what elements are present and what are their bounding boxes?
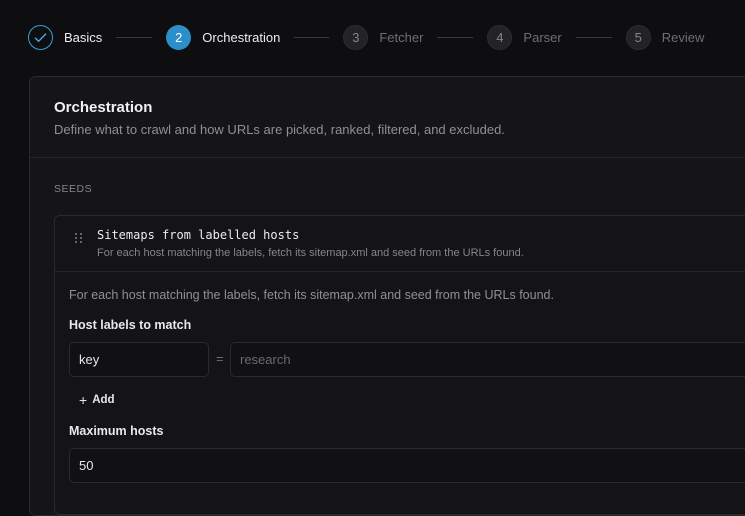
equals-separator: = — [216, 351, 224, 366]
checkmark-icon — [28, 24, 53, 50]
label-key-value: key — [79, 352, 100, 367]
step-label-parser: Parser — [523, 29, 562, 45]
label-value-placeholder: research — [240, 352, 291, 367]
max-hosts-input[interactable]: 50 — [69, 448, 745, 483]
step-number: 2 — [166, 24, 192, 50]
step-label-fetcher: Fetcher — [379, 29, 424, 45]
card-header: Orchestration Define what to crawl and h… — [30, 77, 745, 158]
seed-item-header: Sitemaps from labelled hosts For each ho… — [55, 216, 745, 272]
section-label-seeds: SEEDS — [54, 183, 93, 195]
step-connector — [294, 36, 330, 38]
orchestration-card: Orchestration Define what to crawl and h… — [29, 76, 745, 516]
step-basics[interactable]: Basics — [28, 24, 103, 50]
max-hosts-value: 50 — [79, 458, 94, 473]
wizard-stepper: Basics 2 Orchestration 3 Fetcher 4 Parse… — [28, 24, 704, 50]
seed-item-subtitle: For each host matching the labels, fetch… — [97, 247, 524, 259]
seed-body-description: For each host matching the labels, fetch… — [69, 288, 554, 302]
step-orchestration[interactable]: 2 Orchestration — [166, 24, 281, 50]
step-number: 3 — [343, 24, 369, 50]
step-label-basics: Basics — [64, 29, 103, 45]
label-value-input[interactable]: research — [230, 342, 745, 377]
max-hosts-label: Maximum hosts — [69, 424, 164, 438]
step-label-orchestration: Orchestration — [202, 29, 281, 45]
step-number: 4 — [487, 24, 513, 50]
step-fetcher[interactable]: 3 Fetcher — [343, 24, 424, 50]
host-labels-label: Host labels to match — [69, 318, 192, 332]
label-key-input[interactable]: key — [69, 342, 209, 377]
step-parser[interactable]: 4 Parser — [487, 24, 562, 50]
step-connector — [116, 36, 153, 38]
step-label-review: Review — [661, 29, 705, 45]
card-description: Define what to crawl and how URLs are pi… — [54, 122, 505, 137]
add-label-text: Add — [92, 394, 115, 406]
seed-item-title: Sitemaps from labelled hosts — [97, 228, 300, 242]
step-connector — [437, 36, 474, 38]
seed-item: Sitemaps from labelled hosts For each ho… — [54, 215, 745, 515]
card-title: Orchestration — [54, 99, 153, 116]
plus-icon: + — [79, 392, 88, 408]
step-review[interactable]: 5 Review — [625, 24, 705, 50]
add-label-button[interactable]: + Add — [79, 392, 115, 408]
drag-handle-icon[interactable] — [75, 233, 83, 245]
step-number: 5 — [625, 24, 651, 50]
step-connector — [575, 36, 612, 38]
